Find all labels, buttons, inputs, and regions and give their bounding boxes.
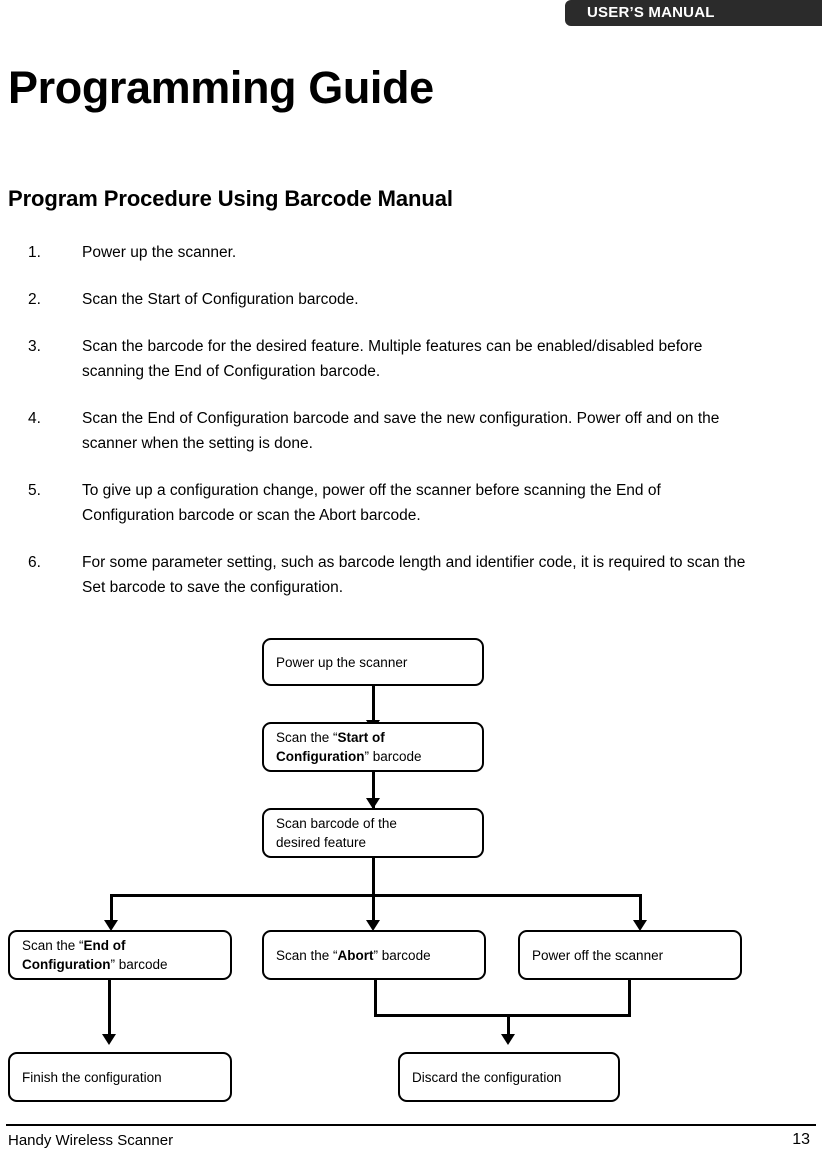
procedure-step-list: 1. Power up the scanner. 2. Scan the Sta…: [0, 240, 780, 622]
flow-label-suffix: ” barcode: [373, 947, 431, 963]
list-item-number: 5.: [28, 482, 41, 499]
flow-node-power-up-label: Power up the scanner: [276, 654, 408, 670]
flow-node-abort-label: Scan the “Abort” barcode: [264, 946, 443, 965]
users-manual-banner-label: USER’S MANUAL: [587, 4, 715, 21]
flow-connector-power-off-drop: [628, 980, 631, 1016]
page-title: Programming Guide: [8, 62, 434, 113]
flow-split-bar: [110, 894, 642, 897]
flow-connector-abort-drop: [374, 980, 377, 1016]
flow-node-start-of-configuration-label: Scan the “Start of Configuration” barcod…: [264, 728, 482, 766]
list-item-number: 6.: [28, 554, 41, 571]
flow-label-prefix: Scan the “: [276, 730, 338, 745]
list-item-number: 1.: [28, 244, 41, 261]
flow-node-end-of-configuration: Scan the “End of Configuration” barcode: [8, 930, 232, 980]
flow-arrowhead-finish: [102, 1034, 116, 1045]
flow-connector-3-stem: [372, 858, 375, 896]
flow-label-suffix: ” barcode: [364, 749, 422, 764]
list-item-text: Scan the End of Configuration barcode an…: [82, 410, 720, 452]
flow-node-power-off: Power off the scanner: [518, 930, 742, 980]
programming-flowchart: Power up the scanner Scan the “Start of …: [0, 630, 822, 1120]
list-item: 3. Scan the barcode for the desired feat…: [0, 334, 780, 384]
list-item-number: 3.: [28, 338, 41, 355]
footer-divider: [6, 1124, 816, 1126]
list-item-text: Scan the Start of Configuration barcode.: [82, 291, 359, 308]
list-item-text: For some parameter setting, such as barc…: [82, 554, 746, 596]
flow-node-scan-feature-label: Scan barcode of the desired feature: [276, 816, 397, 850]
flow-node-discard-label: Discard the configuration: [412, 1069, 562, 1085]
list-item-number: 4.: [28, 410, 41, 427]
list-item: 4. Scan the End of Configuration barcode…: [0, 406, 780, 456]
flow-label-prefix: Scan the “: [22, 938, 84, 953]
flow-node-power-off-label: Power off the scanner: [532, 947, 664, 963]
flow-node-finish-label: Finish the configuration: [22, 1069, 162, 1085]
flow-node-scan-feature: Scan barcode of the desired feature: [262, 808, 484, 858]
list-item: 5. To give up a configuration change, po…: [0, 478, 780, 528]
flow-node-end-of-configuration-label: Scan the “End of Configuration” barcode: [10, 936, 230, 974]
footer-product-name: Handy Wireless Scanner: [8, 1132, 174, 1149]
flow-node-start-of-configuration: Scan the “Start of Configuration” barcod…: [262, 722, 484, 772]
flow-node-finish: Finish the configuration: [8, 1052, 232, 1102]
flow-merge-bar: [374, 1014, 631, 1017]
list-item-text: Power up the scanner.: [82, 244, 237, 261]
users-manual-banner: USER’S MANUAL: [565, 0, 822, 26]
footer-page-number: 13: [792, 1131, 810, 1148]
list-item-text: Scan the barcode for the desired feature…: [82, 338, 703, 380]
section-title: Program Procedure Using Barcode Manual: [8, 186, 453, 211]
flow-label-emphasis: Abort: [337, 947, 374, 963]
list-item: 2. Scan the Start of Configuration barco…: [0, 287, 780, 312]
flow-node-discard: Discard the configuration: [398, 1052, 620, 1102]
flow-node-power-up: Power up the scanner: [262, 638, 484, 686]
flow-label-suffix: ” barcode: [110, 957, 168, 972]
list-item-text: To give up a configuration change, power…: [82, 482, 661, 524]
list-item-number: 2.: [28, 291, 41, 308]
flow-node-abort: Scan the “Abort” barcode: [262, 930, 486, 980]
flow-connector-finish: [108, 980, 111, 1042]
flow-label-prefix: Scan the “: [276, 947, 338, 963]
flow-arrowhead-discard: [501, 1034, 515, 1045]
list-item: 1. Power up the scanner.: [0, 240, 780, 265]
list-item: 6. For some parameter setting, such as b…: [0, 550, 780, 600]
